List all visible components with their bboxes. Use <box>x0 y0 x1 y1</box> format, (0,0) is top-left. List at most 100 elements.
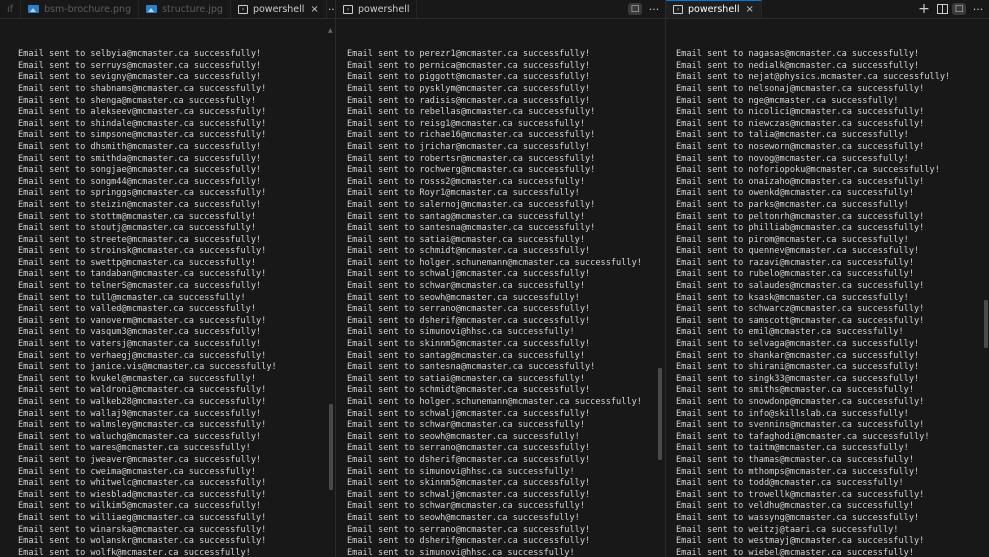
image-icon <box>146 5 158 13</box>
terminal-line: Email sent to smithda@mcmaster.ca succes… <box>18 153 262 164</box>
terminal-line: Email sent to onaizaho@mcmaster.ca succe… <box>676 176 925 187</box>
terminal-line: Email sent to noseworn@mcmaster.ca succe… <box>676 141 925 152</box>
terminal-pane-left[interactable]: ıf bsm-brochure.png structure.jpg › powe… <box>0 0 335 557</box>
terminal-line: Email sent to nelsonaj@mcmaster.ca succe… <box>676 83 925 94</box>
terminal-line: Email sent to shindale@mcmaster.ca succe… <box>18 118 267 129</box>
terminal-line: Email sent to svennins@mcmaster.ca succe… <box>676 420 925 431</box>
terminal-line: Email sent to rubelo@mcmaster.ca success… <box>676 269 914 280</box>
terminal-line: Email sent to waluchg@mcmaster.ca succes… <box>18 431 262 442</box>
terminal-output-left[interactable]: Email sent to selbyia@mcmaster.ca succes… <box>0 26 335 557</box>
scrollbar-thumb-right[interactable] <box>984 300 988 348</box>
terminal-line: Email sent to seowh@mcmaster.ca successf… <box>347 431 580 442</box>
terminal-line: Email sent to rebellas@mcmaster.ca succe… <box>347 107 596 118</box>
terminal-line: Email sent to dsherif@mcmaster.ca succes… <box>347 315 591 326</box>
terminal-line: Email sent to razavi@mcmaster.ca success… <box>676 257 914 268</box>
terminal-pane-right[interactable]: › powershell × + □ ··· Email sent to nag… <box>666 0 989 557</box>
terminal-line: Email sent to niewczas@mcmaster.ca succe… <box>676 118 925 129</box>
lock-icon[interactable]: □ <box>628 3 642 15</box>
terminal-line: Email sent to vanoverm@mcmaster.ca succe… <box>18 315 267 326</box>
terminal-line: Email sent to schmidt@mcmaster.ca succes… <box>347 246 591 257</box>
terminal-line: Email sent to stottm@mcmaster.ca success… <box>18 211 256 222</box>
tab-file-partial[interactable]: ıf <box>0 0 21 18</box>
terminal-line: Email sent to pysklym@mcmaster.ca succes… <box>347 83 591 94</box>
terminal-line: Email sent to simunovi@hhsc.ca successfu… <box>347 327 575 338</box>
terminal-line: Email sent to nagasas@mcmaster.ca succes… <box>676 49 920 60</box>
more-actions-icon[interactable]: ··· <box>968 0 988 18</box>
terminal-line: Email sent to simunovi@hhsc.ca successfu… <box>347 547 575 557</box>
add-terminal-icon[interactable]: + <box>916 0 932 18</box>
terminal-icon: › <box>343 4 353 14</box>
terminal-line: Email sent to dhsmith@mcmaster.ca succes… <box>18 141 262 152</box>
tab-label: powershell <box>358 3 410 15</box>
terminal-line: Email sent to telnerS@mcmaster.ca succes… <box>18 281 262 292</box>
terminal-line: Email sent to schwar@mcmaster.ca success… <box>347 281 585 292</box>
terminal-line: Email sent to owenkd@mcmaster.ca success… <box>676 188 914 199</box>
more-actions-icon[interactable]: ··· <box>328 0 335 18</box>
terminal-line: Email sent to westmayj@mcmaster.ca succe… <box>676 536 925 547</box>
lock-icon[interactable]: □ <box>952 3 966 15</box>
tab-bsm-brochure[interactable]: bsm-brochure.png <box>21 0 140 18</box>
terminal-line: Email sent to serrano@mcmaster.ca succes… <box>347 443 591 454</box>
terminal-line: Email sent to nejat@physics.mcmaster.ca … <box>676 72 951 83</box>
terminal-line: Email sent to quennev@mcmaster.ca succes… <box>676 246 920 257</box>
terminal-line: Email sent to snowdonp@mcmaster.ca succe… <box>676 397 925 407</box>
split-editor-icon[interactable] <box>934 0 950 18</box>
terminal-pane-middle[interactable]: › powershell □ ··· Email sent to perezr1… <box>336 0 665 557</box>
terminal-line: Email sent to mthomps@mcmaster.ca succes… <box>676 466 920 477</box>
terminal-line: Email sent to waldroni@mcmaster.ca succe… <box>18 385 267 396</box>
close-icon[interactable]: × <box>310 4 318 15</box>
terminal-line: Email sent to satiai@mcmaster.ca success… <box>347 373 585 384</box>
terminal-line: Email sent to weitzj@taari.ca successful… <box>676 524 899 535</box>
scroll-up-arrow[interactable]: ▲ <box>328 27 333 34</box>
terminal-line: Email sent to santag@mcmaster.ca success… <box>347 211 585 222</box>
terminal-line: Email sent to samscott@mcmaster.ca succe… <box>676 315 925 326</box>
terminal-line: Email sent to salernoj@mcmaster.ca succe… <box>347 199 596 210</box>
terminal-line: Email sent to schwalj@mcmaster.ca succes… <box>347 269 591 280</box>
tab-bar-middle: › powershell □ ··· <box>336 0 665 19</box>
terminal-line: Email sent to dsherif@mcmaster.ca succes… <box>347 536 591 547</box>
tab-label: ıf <box>7 3 13 15</box>
terminal-line: Email sent to santag@mcmaster.ca success… <box>347 350 585 361</box>
terminal-line: Email sent to serrano@mcmaster.ca succes… <box>347 304 591 315</box>
tab-structure[interactable]: structure.jpg <box>139 0 231 18</box>
scrollbar-thumb-left[interactable] <box>329 404 333 490</box>
tab-powershell-left[interactable]: › powershell × <box>231 0 327 18</box>
tab-powershell-right[interactable]: › powershell × <box>666 0 762 18</box>
terminal-line: Email sent to shenga@mcmaster.ca success… <box>18 95 256 106</box>
terminal-line: Email sent to wassyng@mcmaster.ca succes… <box>676 512 920 523</box>
terminal-line: Email sent to seowh@mcmaster.ca successf… <box>347 512 580 523</box>
tab-powershell-middle[interactable]: › powershell <box>336 0 418 18</box>
terminal-line: Email sent to simpsone@mcmaster.ca succe… <box>18 130 267 141</box>
terminal-line: Email sent to stroinsk@mcmaster.ca succe… <box>18 246 267 257</box>
terminal-line: Email sent to streete@mcmaster.ca succes… <box>18 234 262 245</box>
terminal-line: Email sent to holger.schunemann@mcmaster… <box>347 397 642 407</box>
terminal-line: Email sent to janice.vis@mcmaster.ca suc… <box>18 362 277 373</box>
terminal-line: Email sent to rosss2@mcmaster.ca success… <box>347 176 585 187</box>
terminal-output-middle[interactable]: Email sent to perezr1@mcmaster.ca succes… <box>336 26 665 557</box>
terminal-line: Email sent to wiesblad@mcmaster.ca succe… <box>18 489 267 500</box>
terminal-line: Email sent to pirom@mcmaster.ca successf… <box>676 234 909 245</box>
terminal-line: Email sent to verhaegj@mcmaster.ca succe… <box>18 350 267 361</box>
terminal-line: Email sent to schmidt@mcmaster.ca succes… <box>347 385 591 396</box>
terminal-output-right[interactable]: Email sent to nagasas@mcmaster.ca succes… <box>666 26 989 557</box>
terminal-line: Email sent to tandaban@mcmaster.ca succe… <box>18 269 267 280</box>
more-actions-icon[interactable]: ··· <box>644 0 664 18</box>
terminal-line: Email sent to robertsr@mcmaster.ca succe… <box>347 153 596 164</box>
terminal-line: Email sent to steizin@mcmaster.ca succes… <box>18 199 262 210</box>
terminal-line: Email sent to Royr1@mcmaster.ca successf… <box>347 188 580 199</box>
terminal-line: Email sent to valled@mcmaster.ca success… <box>18 304 256 315</box>
terminal-line: Email sent to philliab@mcmaster.ca succe… <box>676 223 925 234</box>
terminal-line: Email sent to serruys@mcmaster.ca succes… <box>18 60 262 71</box>
terminal-line: Email sent to talia@mcmaster.ca successf… <box>676 130 909 141</box>
tab-label: bsm-brochure.png <box>43 3 132 15</box>
terminal-line: Email sent to trowellk@mcmaster.ca succe… <box>676 489 925 500</box>
terminal-line: Email sent to smiths@mcmaster.ca success… <box>676 385 914 396</box>
terminal-line: Email sent to wolanskr@mcmaster.ca succe… <box>18 536 267 547</box>
terminal-line: Email sent to satiai@mcmaster.ca success… <box>347 234 585 245</box>
tab-bar-right: › powershell × + □ ··· <box>666 0 989 19</box>
tab-label: structure.jpg <box>162 3 223 15</box>
terminal-line: Email sent to schwarcz@mcmaster.ca succe… <box>676 304 925 315</box>
close-icon[interactable]: × <box>745 4 753 15</box>
terminal-line: Email sent to wares@mcmaster.ca successf… <box>18 443 251 454</box>
scrollbar-thumb-middle[interactable] <box>658 368 662 460</box>
